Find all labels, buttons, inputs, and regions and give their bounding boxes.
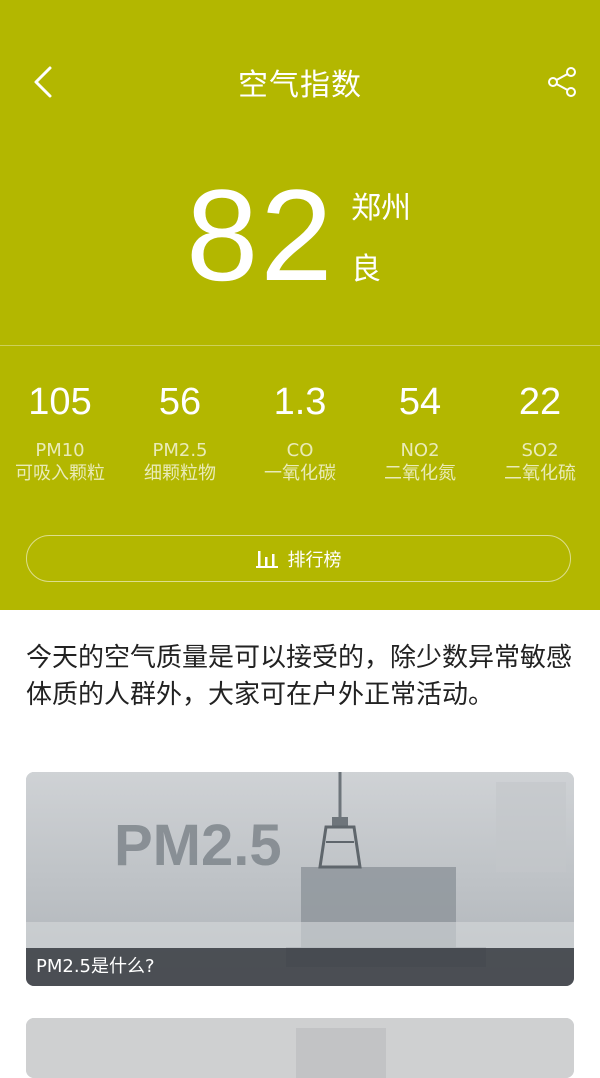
- metric-value: 105: [28, 381, 92, 423]
- metric-value: 22: [518, 381, 562, 423]
- metric-co: 1.3 CO 一氧化碳: [240, 378, 360, 486]
- article-image-caption: PM2.5: [114, 813, 282, 878]
- article-card-2[interactable]: [26, 1018, 574, 1078]
- metric-name: PM2.5: [152, 440, 208, 461]
- aqi-level: 良: [351, 252, 381, 287]
- aqi-value: 82: [186, 162, 335, 308]
- article-image: [26, 1018, 574, 1078]
- ranking-button[interactable]: 排行榜: [26, 535, 571, 582]
- metric-value: 1.3: [273, 381, 327, 423]
- metric-no2: 54 NO2 二氧化氮: [360, 378, 480, 486]
- article-card[interactable]: PM2.5 PM2.5是什么?: [26, 772, 574, 986]
- divider: [0, 345, 600, 346]
- bar-chart-icon: [255, 550, 278, 568]
- metric-value: 54: [398, 381, 442, 423]
- metric-name: CO: [286, 440, 314, 461]
- air-quality-description: 今天的空气质量是可以接受的，除少数异常敏感体质的人群外，大家可在户外正常活动。: [26, 643, 573, 710]
- page-title: 空气指数: [238, 68, 362, 103]
- share-icon[interactable]: [544, 64, 580, 100]
- metric-name: SO2: [521, 440, 559, 461]
- metric-cn-name: 细颗粒物: [144, 463, 216, 484]
- metric-name: PM10: [35, 440, 85, 461]
- metric-cn-name: 二氧化氮: [384, 463, 456, 484]
- metric-cn-name: 二氧化硫: [504, 463, 576, 484]
- article-title: PM2.5是什么?: [26, 948, 574, 986]
- metric-value: 56: [158, 381, 202, 423]
- ranking-label: 排行榜: [287, 549, 342, 571]
- air-quality-header-panel: 空气指数 82 郑州 良 105 PM10 可吸入颗粒 56 PM2.5 细颗粒…: [0, 0, 600, 610]
- metric-name: NO2: [400, 440, 440, 461]
- city-name: 郑州: [351, 191, 411, 226]
- metric-pm25: 56 PM2.5 细颗粒物: [120, 378, 240, 486]
- metric-cn-name: 可吸入颗粒: [15, 463, 105, 484]
- metric-cn-name: 一氧化碳: [264, 463, 336, 484]
- metric-so2: 22 SO2 二氧化硫: [480, 378, 600, 486]
- metric-pm10: 105 PM10 可吸入颗粒: [0, 378, 120, 486]
